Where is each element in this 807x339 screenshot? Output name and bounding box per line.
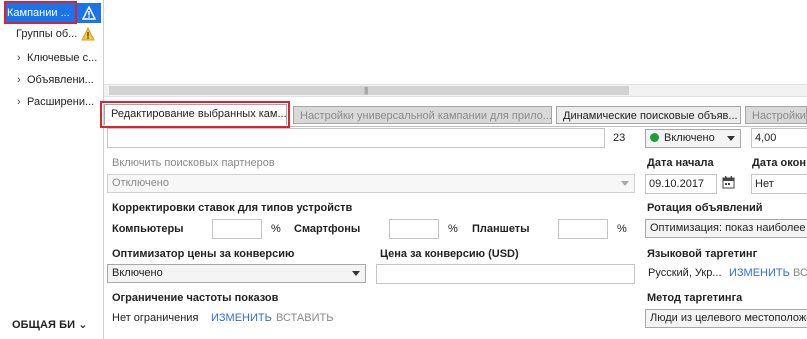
tree-item-ads[interactable]: › Объявлени... — [17, 70, 94, 90]
status-value: Включено — [664, 132, 715, 144]
cpa-price-label: Цена за конверсию (USD) — [380, 248, 519, 260]
language-targeting-value: Русский, Укр... — [648, 267, 722, 279]
frequency-cap-change-link[interactable]: ИЗМЕНИТЬ — [211, 312, 272, 324]
cpa-optimizer-value: Включено — [112, 267, 163, 279]
chevron-right-icon[interactable]: › — [17, 70, 27, 90]
campaign-name-input[interactable] — [107, 128, 605, 148]
search-partners-label: Включить поисковых партнеров — [112, 157, 275, 169]
language-insert-link[interactable]: ВС — [793, 267, 807, 279]
cpa-optimizer-label: Оптимизатор цены за конверсию — [112, 248, 295, 260]
ad-rotation-select[interactable]: Оптимизация: показ наиболее эф — [645, 219, 807, 238]
percent-sign: % — [271, 223, 281, 235]
name-char-count: 23 — [613, 132, 626, 144]
warning-icon[interactable] — [82, 6, 96, 20]
start-date-value: 09.10.2017 — [649, 178, 705, 190]
smartphones-label: Смартфоны — [294, 223, 361, 235]
targeting-method-label: Метод таргетинга — [647, 292, 743, 304]
search-partners-value: Отключено — [112, 177, 169, 189]
end-date-label: Дата окон — [752, 157, 806, 169]
device-bid-title: Корректировки ставок для типов устройств — [112, 202, 353, 214]
tree-item-label: Ключевые с... — [27, 52, 98, 64]
ad-rotation-value: Оптимизация: показ наиболее эф — [650, 222, 807, 234]
tab-dynamic-search-ads[interactable]: Динамические поисковые объяв... — [556, 106, 741, 124]
tree-item-adgroups[interactable]: Группы об... — [16, 24, 77, 44]
end-date-input[interactable]: Нет — [751, 174, 807, 194]
end-date-value: Нет — [755, 178, 774, 190]
highlight-box — [100, 101, 290, 128]
tab-label: Динамические поисковые объяв... — [563, 110, 738, 122]
tab-universal-app-settings[interactable]: Настройки универсальной кампании для при… — [293, 106, 552, 124]
start-date-label: Дата начала — [647, 157, 714, 169]
bid-input[interactable]: 4,00 — [751, 128, 807, 148]
cpa-price-input[interactable] — [376, 264, 635, 284]
campaign-tree-panel: Кампании ... Группы об... › Ключевые с...… — [0, 0, 104, 339]
frequency-cap-label: Ограничение частоты показов — [112, 292, 279, 304]
search-partners-select[interactable]: Отключено — [107, 174, 635, 193]
language-change-link[interactable]: ИЗМЕНИТЬ — [729, 267, 790, 279]
tab-label: Настройки — [752, 110, 806, 122]
status-select[interactable]: Включено — [645, 129, 741, 148]
horizontal-scrollbar[interactable]: ||| — [104, 84, 807, 97]
chevron-down-icon: ⌄ — [78, 319, 88, 331]
bid-value: 4,00 — [755, 132, 777, 144]
chevron-right-icon[interactable]: › — [17, 48, 27, 68]
computers-label: Компьютеры — [112, 223, 184, 235]
tree-item-keywords[interactable]: › Ключевые с... — [17, 48, 97, 68]
tree-item-label: Расширени... — [27, 96, 95, 108]
tree-item-extensions[interactable]: › Расширени... — [17, 92, 94, 112]
tree-item-label: Группы об... — [16, 28, 78, 40]
chevron-down-icon — [352, 271, 360, 276]
warning-icon[interactable] — [81, 27, 95, 41]
tab-label: Настройки универсальной кампании для при… — [300, 110, 552, 122]
computers-bid-input[interactable] — [212, 219, 262, 239]
percent-sign: % — [448, 223, 458, 235]
targeting-method-value: Люди из целевого местоположе — [650, 312, 807, 324]
smartphones-bid-input[interactable] — [389, 219, 439, 239]
language-targeting-label: Языковой таргетинг — [647, 248, 758, 260]
shared-library-label: ОБЩАЯ БИ — [12, 319, 76, 331]
highlight-box — [4, 1, 77, 24]
status-dot-icon — [650, 133, 659, 142]
chevron-down-icon — [727, 136, 735, 141]
shared-library-menu[interactable]: ОБЩАЯ БИ ⌄ — [12, 318, 88, 331]
percent-sign: % — [617, 223, 627, 235]
targeting-method-select[interactable]: Люди из целевого местоположе — [645, 309, 807, 328]
chevron-right-icon[interactable]: › — [17, 92, 27, 112]
grip-icon: ||| — [364, 86, 368, 95]
chevron-down-icon — [621, 181, 629, 186]
frequency-cap-insert-link[interactable]: ВСТАВИТЬ — [276, 312, 333, 324]
tree-item-label: Объявлени... — [27, 74, 94, 86]
tab-settings[interactable]: Настройки — [745, 106, 807, 124]
calendar-icon[interactable] — [722, 176, 735, 189]
tablets-label: Планшеты — [472, 223, 530, 235]
ad-rotation-label: Ротация объявлений — [647, 202, 763, 214]
tablets-bid-input[interactable] — [558, 219, 608, 239]
cpa-optimizer-select[interactable]: Включено — [107, 264, 366, 283]
frequency-cap-value: Нет ограничения — [112, 312, 199, 324]
start-date-input[interactable]: 09.10.2017 — [645, 174, 717, 194]
scrollbar-thumb[interactable]: ||| — [109, 86, 629, 95]
